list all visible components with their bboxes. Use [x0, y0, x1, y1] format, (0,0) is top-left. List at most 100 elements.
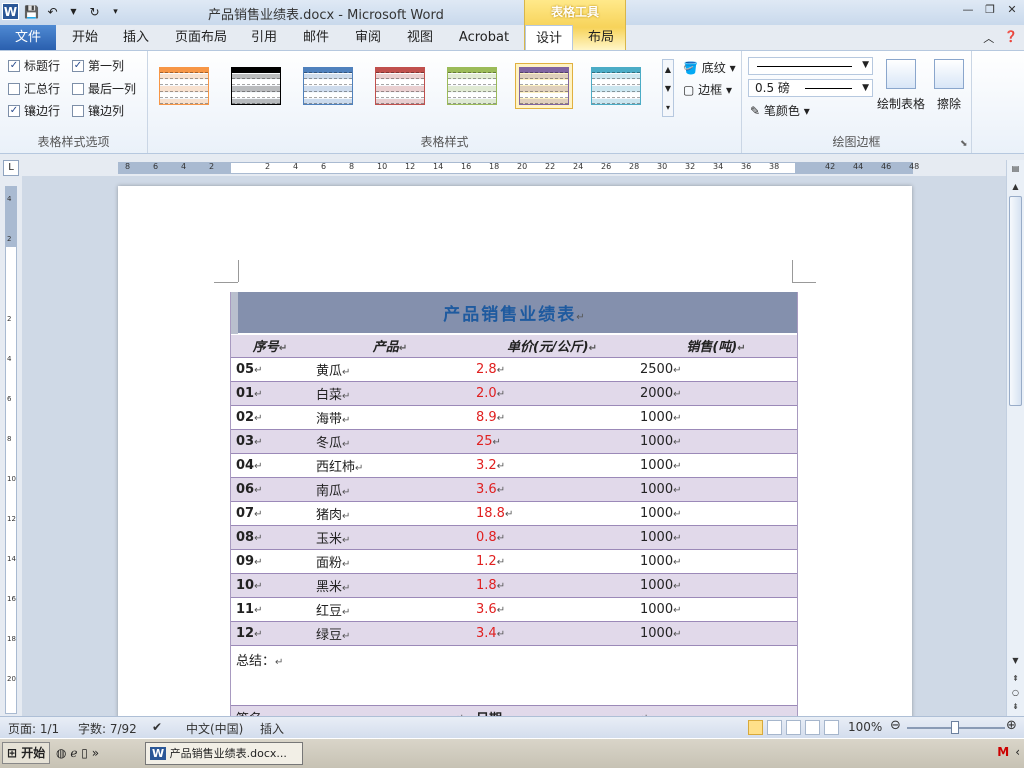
- insert-mode-status[interactable]: 插入: [260, 720, 284, 737]
- table-cell[interactable]: 01↵: [230, 381, 310, 406]
- table-cell[interactable]: 黑米↵: [310, 573, 470, 598]
- header-cell[interactable]: 单价(元/公斤)↵: [470, 333, 634, 358]
- restore-icon[interactable]: ❐: [982, 3, 998, 17]
- taskbar-item-word[interactable]: W 产品销售业绩表.docx...: [145, 742, 303, 765]
- borders-button[interactable]: ▢ 边框 ▾: [683, 81, 732, 98]
- checkbox-banded-rows[interactable]: ✓ 镶边行: [8, 102, 60, 119]
- zoom-slider-knob[interactable]: [951, 721, 959, 734]
- tab-layout[interactable]: 布局: [578, 25, 624, 50]
- close-icon[interactable]: ✕: [1004, 3, 1020, 17]
- redo-icon[interactable]: ↻: [86, 3, 103, 20]
- table-cell[interactable]: 1.8↵: [470, 573, 634, 598]
- shading-button[interactable]: 🪣 底纹 ▾: [683, 59, 736, 76]
- table-cell[interactable]: 05↵: [230, 357, 310, 382]
- more-icon[interactable]: »: [92, 746, 99, 760]
- header-cell[interactable]: 序号↵: [230, 333, 310, 358]
- table-cell[interactable]: 面粉↵: [310, 549, 470, 574]
- draw-table-button[interactable]: 绘制表格: [874, 59, 928, 112]
- tab-acrobat[interactable]: Acrobat: [452, 25, 516, 50]
- word-count[interactable]: 字数: 7/92: [78, 720, 137, 737]
- table-cell[interactable]: 1000↵: [634, 477, 798, 502]
- table-cell[interactable]: 1000↵: [634, 405, 798, 430]
- word-logo-icon[interactable]: W: [2, 3, 19, 20]
- table-cell[interactable]: 1000↵: [634, 429, 798, 454]
- table-cell[interactable]: 黄瓜↵: [310, 357, 470, 382]
- table-cell[interactable]: 猪肉↵: [310, 501, 470, 526]
- page-count[interactable]: 页面: 1/1: [8, 720, 59, 737]
- browse-object-icon[interactable]: ○: [1007, 686, 1024, 700]
- table-style-swatch[interactable]: [443, 63, 501, 109]
- table-cell[interactable]: 2.0↵: [470, 381, 634, 406]
- table-cell[interactable]: 07↵: [230, 501, 310, 526]
- tab-selector[interactable]: L: [3, 160, 19, 176]
- table-cell[interactable]: 04↵: [230, 453, 310, 478]
- dialog-launcher-icon[interactable]: ⬊: [960, 139, 968, 149]
- tab-design[interactable]: 设计: [525, 25, 573, 51]
- table-cell[interactable]: 白菜↵: [310, 381, 470, 406]
- header-cell[interactable]: 产品↵: [310, 333, 470, 358]
- table-cell[interactable]: 南瓜↵: [310, 477, 470, 502]
- dropdown-icon[interactable]: ▼: [65, 3, 82, 20]
- save-icon[interactable]: 💾: [23, 3, 40, 20]
- table-cell[interactable]: 0.8↵: [470, 525, 634, 550]
- table-cell[interactable]: 3.4↵: [470, 621, 634, 646]
- signature-input-cell[interactable]: ↵: [310, 705, 470, 716]
- table-cell[interactable]: 玉米↵: [310, 525, 470, 550]
- date-input-cell[interactable]: ↵: [634, 705, 798, 716]
- tray-app-icon[interactable]: M: [997, 745, 1009, 759]
- table-cell[interactable]: 25↵: [470, 429, 634, 454]
- scroll-up-icon[interactable]: ▲: [1007, 180, 1024, 194]
- scroll-thumb[interactable]: [1009, 196, 1022, 406]
- print-layout-icon[interactable]: [748, 720, 763, 735]
- date-label-cell[interactable]: 日期↵: [470, 705, 634, 716]
- collapse-ribbon-icon[interactable]: ︿: [983, 30, 994, 46]
- table-cell[interactable]: 06↵: [230, 477, 310, 502]
- checkbox-total-row[interactable]: 汇总行: [8, 80, 60, 97]
- table-cell[interactable]: 1000↵: [634, 597, 798, 622]
- checkbox-banded-columns[interactable]: 镶边列: [72, 102, 124, 119]
- web-layout-icon[interactable]: [786, 720, 801, 735]
- signature-label-cell[interactable]: 签名↵: [230, 705, 310, 716]
- checkbox-header-row[interactable]: ✓ 标题行: [8, 57, 60, 74]
- table-cell[interactable]: 1000↵: [634, 501, 798, 526]
- table-cell[interactable]: 3.6↵: [470, 477, 634, 502]
- table-cell[interactable]: 2500↵: [634, 357, 798, 382]
- table-cell[interactable]: 8.9↵: [470, 405, 634, 430]
- language-status[interactable]: 中文(中国): [186, 720, 243, 737]
- table-cell[interactable]: 12↵: [230, 621, 310, 646]
- next-page-icon[interactable]: ⇟: [1007, 700, 1024, 714]
- pen-color-button[interactable]: ✎ 笔颜色 ▾: [750, 102, 810, 119]
- proofing-icon[interactable]: ✔: [152, 720, 162, 734]
- table-cell[interactable]: 11↵: [230, 597, 310, 622]
- tab-home[interactable]: 开始: [60, 25, 110, 50]
- zoom-out-icon[interactable]: ⊖: [890, 718, 901, 733]
- table-cell[interactable]: 18.8↵: [470, 501, 634, 526]
- eraser-button[interactable]: 擦除: [922, 59, 976, 112]
- document-page[interactable]: 产品销售业绩表↵ 序号↵ 产品↵ 单价(元/公斤)↵ 销售(吨)↵ 05↵ 黄瓜↵…: [118, 186, 912, 716]
- table-cell[interactable]: 1.2↵: [470, 549, 634, 574]
- ruler-toggle-icon[interactable]: ▤: [1007, 162, 1024, 176]
- tab-view[interactable]: 视图: [396, 25, 444, 50]
- header-cell[interactable]: 销售(吨)↵: [634, 333, 798, 358]
- table-style-swatch[interactable]: [515, 63, 573, 109]
- tab-review[interactable]: 审阅: [344, 25, 392, 50]
- minimize-icon[interactable]: —: [960, 3, 976, 17]
- table-style-swatch[interactable]: [371, 63, 429, 109]
- checkbox-last-column[interactable]: 最后一列: [72, 80, 136, 97]
- table-cell[interactable]: 2.8↵: [470, 357, 634, 382]
- table-cell[interactable]: 3.6↵: [470, 597, 634, 622]
- table-cell[interactable]: 绿豆↵: [310, 621, 470, 646]
- vertical-ruler[interactable]: 4 2 2 4 6 8 10 12 14 16 18 20: [5, 186, 17, 714]
- table-cell[interactable]: 西红柿↵: [310, 453, 470, 478]
- tab-file[interactable]: 文件: [0, 25, 56, 50]
- table-cell[interactable]: 3.2↵: [470, 453, 634, 478]
- tab-mailings[interactable]: 邮件: [292, 25, 340, 50]
- table-cell[interactable]: 09↵: [230, 549, 310, 574]
- customize-toolbar-icon[interactable]: ▾: [107, 3, 124, 20]
- app-icon[interactable]: ▯: [81, 746, 88, 760]
- table-cell[interactable]: 10↵: [230, 573, 310, 598]
- table-cell[interactable]: 冬瓜↵: [310, 429, 470, 454]
- vertical-scrollbar[interactable]: ▤ ▲ ▼ ⇞ ○ ⇟: [1006, 160, 1024, 716]
- start-button[interactable]: ⊞ 开始: [2, 742, 50, 764]
- tab-references[interactable]: 引用: [240, 25, 288, 50]
